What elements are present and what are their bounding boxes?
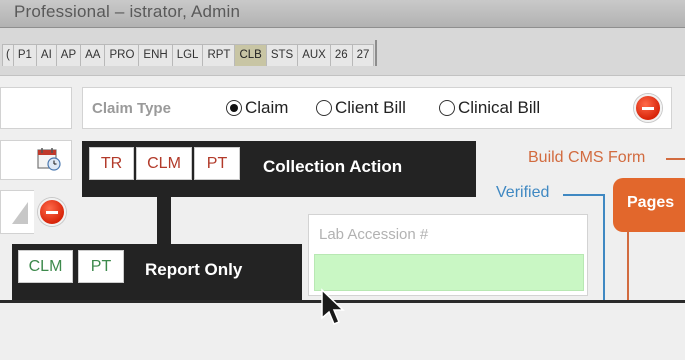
radio-claim[interactable]: Claim — [226, 98, 288, 118]
radio-unselected-icon — [316, 100, 332, 116]
tab-clb[interactable]: CLB — [234, 44, 267, 66]
radio-client-bill[interactable]: Client Bill — [316, 98, 406, 118]
cms-connector-line — [666, 158, 685, 160]
pages-connector-vertical — [627, 230, 629, 302]
tab-aux[interactable]: AUX — [297, 44, 331, 66]
lab-accession-label: Lab Accession # — [319, 226, 429, 243]
collection-action-bar: TR CLM PT Collection Action — [82, 141, 476, 197]
calendar-clock-icon[interactable] — [36, 146, 62, 172]
build-cms-form-label: Build CMS Form — [528, 149, 646, 166]
title-bar: Professional – istrator, Admin — [0, 0, 685, 28]
report-pt-button[interactable]: PT — [78, 250, 124, 283]
tab-enh[interactable]: ENH — [138, 44, 173, 66]
report-only-bar: CLM PT Report Only — [12, 244, 302, 300]
tab-aa[interactable]: AA — [80, 44, 106, 66]
verified-connector-horizontal — [563, 194, 605, 196]
tab-26[interactable]: 26 — [329, 44, 353, 66]
verified-connector-vertical — [603, 194, 605, 302]
lab-accession-box: Lab Accession # — [308, 214, 588, 296]
dropdown-arrow-icon — [12, 202, 28, 224]
collection-pt-button[interactable]: PT — [194, 147, 240, 180]
left-field-top[interactable] — [0, 87, 72, 129]
tab-lgl[interactable]: LGL — [171, 44, 204, 66]
tab-ap[interactable]: AP — [55, 44, 82, 66]
report-clm-button[interactable]: CLM — [18, 250, 73, 283]
tab-p1[interactable]: P1 — [12, 44, 37, 66]
tab-strip-end — [375, 40, 378, 66]
collection-action-title: Collection Action — [263, 157, 403, 176]
tab-sts[interactable]: STS — [265, 44, 299, 66]
tab-ai[interactable]: AI — [35, 44, 57, 66]
tab-pro[interactable]: PRO — [104, 44, 140, 66]
claim-type-label: Claim Type — [92, 100, 171, 117]
tab-27[interactable]: 27 — [351, 44, 375, 66]
collection-clm-button[interactable]: CLM — [136, 147, 192, 180]
radio-unselected-icon — [439, 100, 455, 116]
tab-strip: (P1 AI AP AA PRO ENH LGL RPT CLB STS AUX 26 27 — [0, 28, 685, 76]
window-title: Professional – istrator, Admin — [14, 2, 241, 21]
pages-button[interactable]: Pages — [613, 178, 685, 232]
radio-clinical-bill[interactable]: Clinical Bill — [439, 98, 540, 118]
remove-row-button[interactable] — [38, 198, 66, 226]
tab-list: (P1 AI AP AA PRO ENH LGL RPT CLB STS AUX 26 27 — [2, 40, 378, 66]
tab-rpt[interactable]: RPT — [202, 44, 236, 66]
remove-claim-type-button[interactable] — [634, 94, 662, 122]
report-only-title: Report Only — [145, 260, 243, 279]
mouse-pointer-icon — [321, 288, 345, 325]
radio-selected-icon — [226, 100, 242, 116]
claim-type-bar: Claim Type Claim Client Bill Clinical Bi… — [82, 87, 672, 129]
connector-line — [157, 196, 171, 246]
collection-tr-button[interactable]: TR — [89, 147, 134, 180]
verified-label: Verified — [496, 184, 550, 201]
lab-accession-input[interactable] — [314, 254, 584, 291]
